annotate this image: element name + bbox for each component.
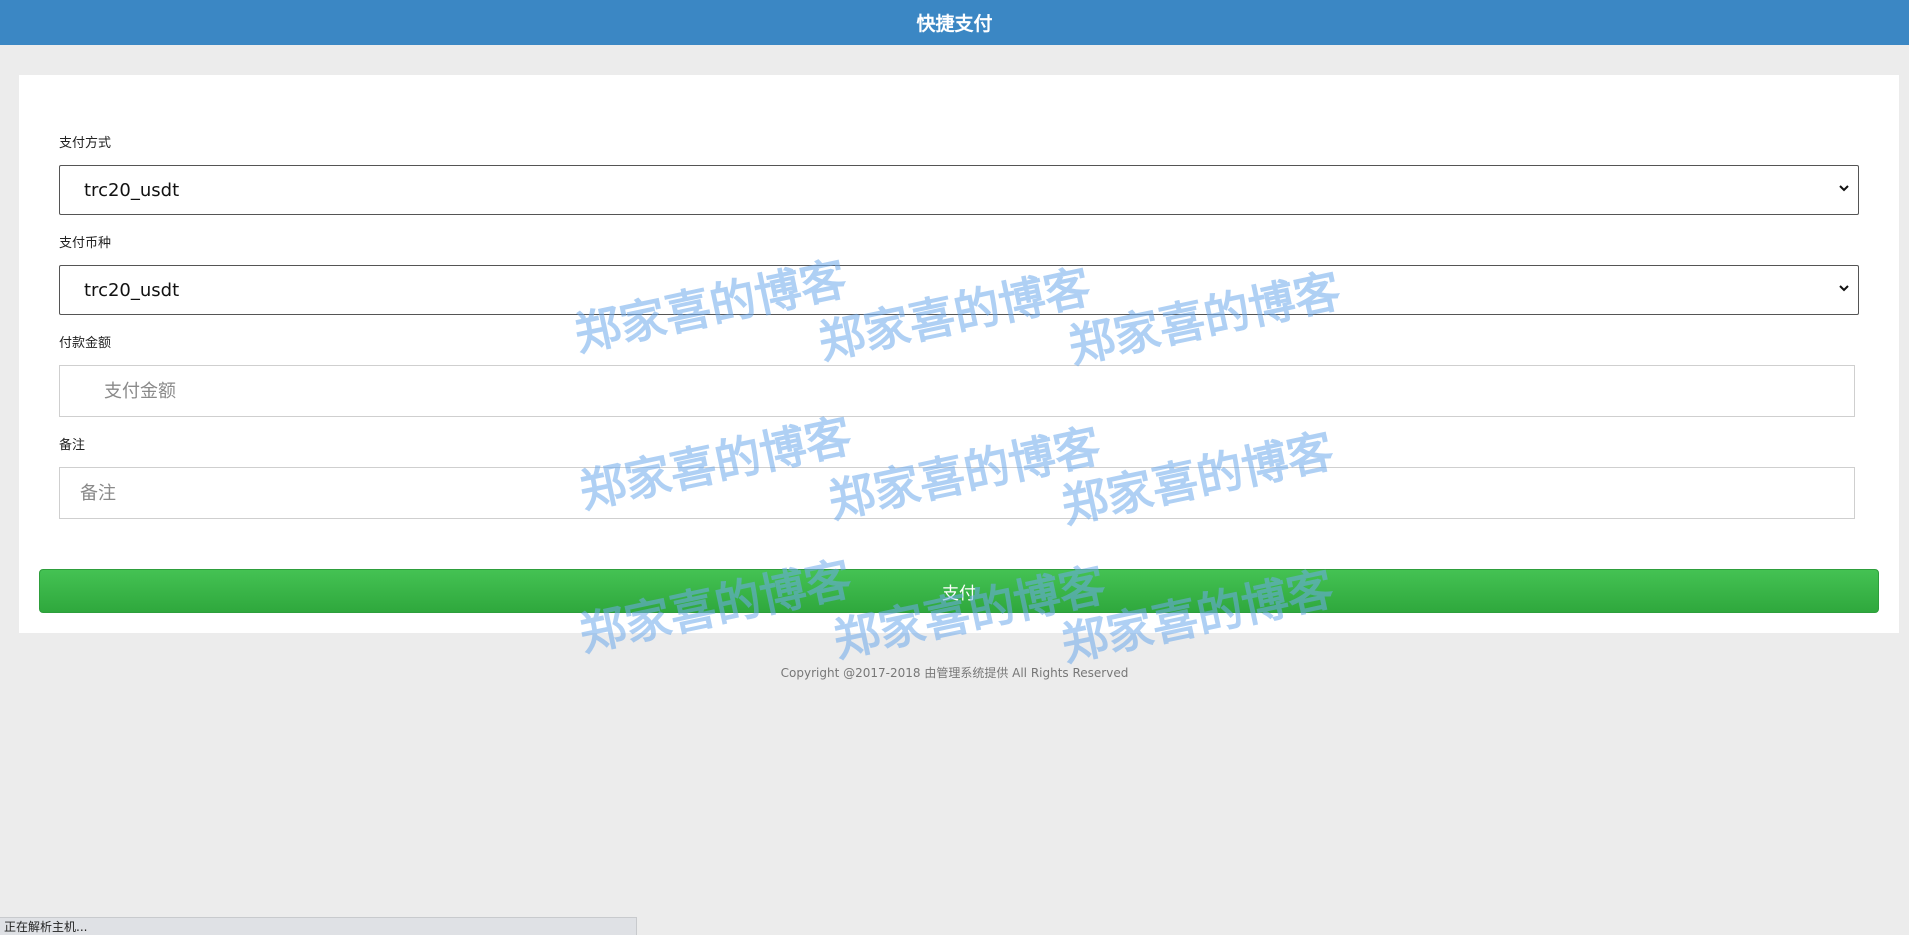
page-header: 快捷支付 [0, 0, 1909, 45]
remark-label: 备注 [59, 438, 86, 453]
amount-input[interactable] [59, 365, 1855, 417]
pay-currency-select[interactable]: trc20_usdt [59, 265, 1859, 315]
pay-button[interactable]: 支付 [39, 569, 1879, 613]
pay-currency-label: 支付币种 [59, 236, 112, 251]
amount-label: 付款金额 [59, 336, 112, 351]
pay-method-label: 支付方式 [59, 136, 112, 151]
chevron-down-icon [1839, 185, 1849, 192]
browser-status-bar: 正在解析主机... [0, 917, 637, 935]
pay-currency-value: trc20_usdt [84, 279, 180, 301]
footer-copyright: Copyright @2017-2018 由管理系统提供 All Rights … [780, 666, 1129, 680]
pay-method-value: trc20_usdt [84, 179, 180, 201]
pay-method-select[interactable]: trc20_usdt [59, 165, 1859, 215]
chevron-down-icon [1839, 285, 1849, 292]
page-title: 快捷支付 [916, 13, 993, 35]
remark-input[interactable] [59, 467, 1855, 519]
payment-form-card: 支付方式 trc20_usdt 支付币种 trc20_usdt 付款金额 备注 … [19, 75, 1899, 633]
